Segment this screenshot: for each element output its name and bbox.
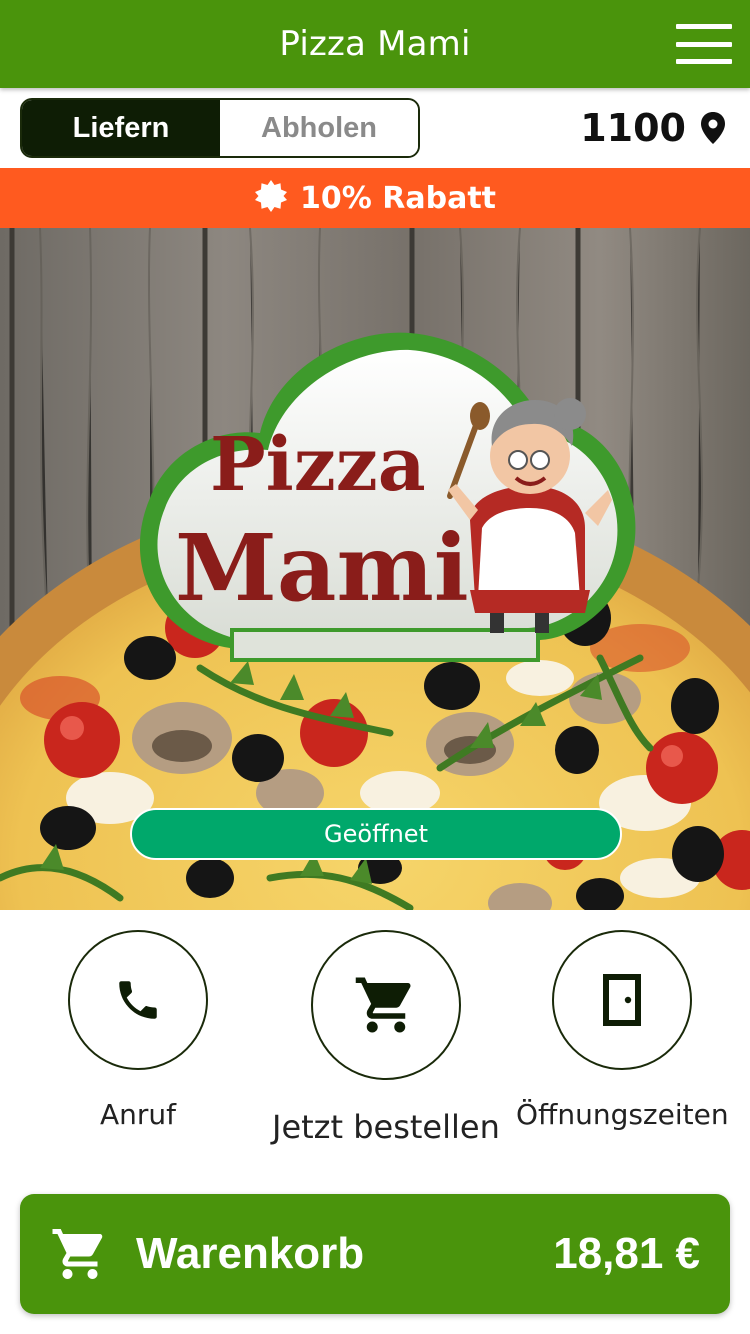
cart-icon bbox=[52, 1229, 103, 1279]
order-now-button[interactable] bbox=[310, 930, 461, 1080]
zip-code: 1100 bbox=[580, 106, 686, 150]
discount-banner[interactable]: 10% Rabatt bbox=[0, 168, 750, 228]
map-pin-icon bbox=[700, 111, 726, 145]
logo-text-pizza: Pizza bbox=[210, 422, 426, 508]
cart-icon bbox=[355, 977, 411, 1033]
delivery-mode-toggle: Liefern Abholen bbox=[20, 98, 420, 158]
page-title: Pizza Mami bbox=[279, 24, 471, 64]
order-now-label: Jetzt bestellen bbox=[272, 1108, 500, 1146]
discount-text: 10% Rabatt bbox=[300, 180, 496, 216]
logo-text-mami: Mami bbox=[175, 514, 469, 622]
phone-icon bbox=[119, 981, 157, 1019]
opening-hours-label: Öffnungszeiten bbox=[516, 1098, 729, 1131]
call-action[interactable]: Anruf bbox=[68, 930, 208, 1131]
pickup-option[interactable]: Abholen bbox=[220, 100, 418, 156]
order-mode-bar: Liefern Abholen 1100 bbox=[0, 88, 750, 168]
call-label: Anruf bbox=[99, 1098, 176, 1131]
badge-burst-icon bbox=[254, 179, 288, 218]
open-status-button[interactable]: Geöffnet bbox=[130, 808, 622, 860]
door-icon bbox=[603, 974, 642, 1026]
quick-actions: Anruf Jetzt bestellen Öffnungszeiten bbox=[0, 910, 750, 1170]
location-selector[interactable]: 1100 bbox=[580, 106, 726, 150]
hamburger-menu-icon[interactable] bbox=[676, 24, 732, 64]
app-header: Pizza Mami bbox=[0, 0, 750, 88]
cart-button[interactable]: Warenkorb 18,81 € bbox=[20, 1194, 730, 1314]
hero-image: Pizza Mami Geöffnet bbox=[0, 228, 750, 910]
opening-hours-action[interactable]: Öffnungszeiten bbox=[516, 930, 729, 1131]
cart-label: Warenkorb bbox=[136, 1229, 365, 1278]
opening-hours-button[interactable] bbox=[552, 930, 693, 1070]
order-now-action[interactable]: Jetzt bestellen bbox=[272, 930, 500, 1146]
delivery-option[interactable]: Liefern bbox=[22, 100, 220, 156]
call-button[interactable] bbox=[68, 930, 208, 1070]
cart-total: 18,81 € bbox=[553, 1229, 700, 1278]
